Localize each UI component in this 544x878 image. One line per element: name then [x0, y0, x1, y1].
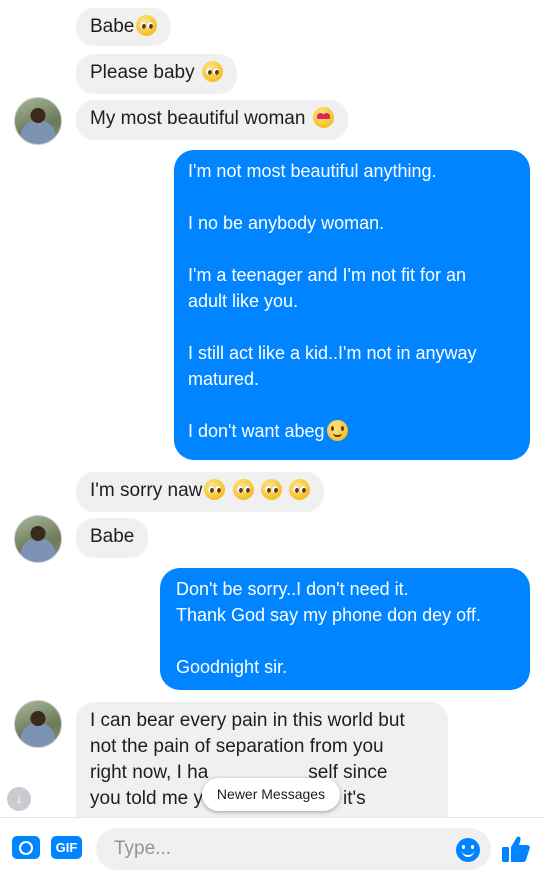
- contact-avatar[interactable]: [14, 700, 62, 748]
- pleading-face-emoji-icon: [289, 479, 311, 500]
- message-line: you told me y: [90, 788, 203, 809]
- incoming-message-bubble[interactable]: My most beautiful woman: [76, 100, 348, 140]
- heart-eyes-emoji-icon: [312, 107, 334, 128]
- incoming-message-bubble[interactable]: I can bear every pain in this world but …: [76, 702, 448, 832]
- message-input[interactable]: Type...: [96, 828, 491, 870]
- message-line: I no be anybody woman.: [188, 213, 385, 233]
- incoming-message-bubble[interactable]: Babe: [76, 8, 172, 46]
- message-composer: GIF Type...: [0, 817, 544, 878]
- message-line: matured.: [188, 369, 260, 389]
- message-line: not the pain of separation from you: [90, 736, 384, 757]
- incoming-message-bubble[interactable]: I'm sorry naw: [76, 472, 325, 512]
- outgoing-message-bubble[interactable]: Don't be sorry..I don't need it. Thank G…: [160, 568, 530, 690]
- gif-button[interactable]: GIF: [51, 836, 82, 859]
- message-text: Please baby: [90, 62, 195, 83]
- message-line: I'm not most beautiful anything.: [188, 161, 437, 181]
- incoming-message-bubble[interactable]: Please baby: [76, 54, 237, 94]
- message-text: Babe: [90, 526, 135, 547]
- pleading-face-emoji-icon: [232, 479, 254, 500]
- message-line: Don't be sorry..I don't need it.: [176, 579, 409, 599]
- incoming-message-bubble[interactable]: Babe: [76, 518, 149, 558]
- contact-avatar[interactable]: [14, 515, 62, 563]
- message-line: I can bear every pain in this world but: [90, 710, 405, 731]
- contact-avatar[interactable]: [14, 97, 62, 145]
- pleading-face-emoji-icon: [136, 15, 158, 36]
- message-text: My most beautiful woman: [90, 108, 306, 129]
- camera-icon[interactable]: [12, 836, 40, 859]
- scroll-down-icon[interactable]: ↓: [7, 787, 31, 811]
- smiling-face-emoji-icon: [326, 420, 348, 441]
- newer-messages-button[interactable]: Newer Messages: [202, 778, 340, 811]
- message-line: adult like you.: [188, 291, 299, 311]
- pleading-face-emoji-icon: [204, 479, 226, 500]
- message-text: Babe: [90, 16, 135, 37]
- pleading-face-emoji-icon: [201, 61, 223, 82]
- message-line: I don't want abeg: [188, 421, 325, 441]
- message-line: Thank God say my phone don dey off.: [176, 605, 481, 625]
- message-text: I'm sorry naw: [90, 480, 203, 501]
- emoji-icon[interactable]: [456, 838, 480, 862]
- message-line: I still act like a kid..I'm not in anywa…: [188, 343, 477, 363]
- pleading-face-emoji-icon: [260, 479, 282, 500]
- outgoing-message-bubble[interactable]: I'm not most beautiful anything. I no be…: [174, 150, 530, 460]
- message-line: it's: [343, 788, 366, 809]
- message-line: I'm a teenager and I'm not fit for an: [188, 265, 467, 285]
- message-line: Goodnight sir.: [176, 657, 288, 677]
- message-line: right now, I ha: [90, 762, 209, 783]
- thumbs-up-icon[interactable]: [500, 833, 532, 865]
